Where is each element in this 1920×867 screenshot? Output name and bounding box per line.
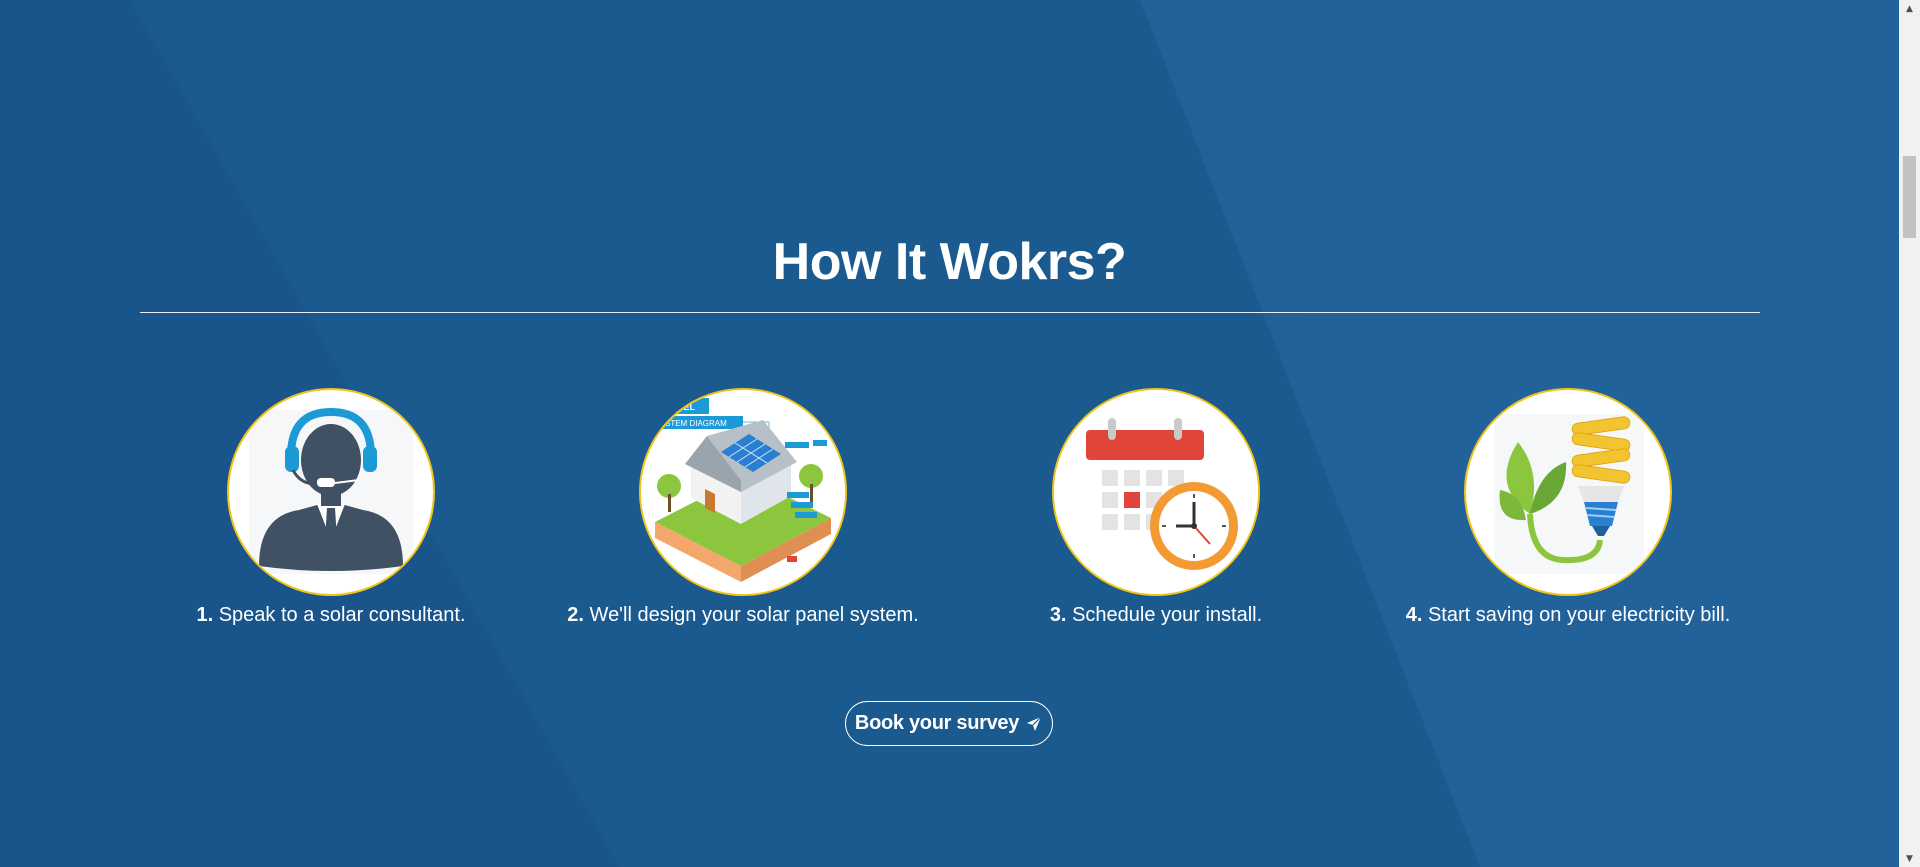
step-4-caption: 4. Start saving on your electricity bill… — [1362, 600, 1774, 630]
eco-bulb-icon — [1494, 414, 1644, 574]
step-2-caption: 2. We'll design your solar panel system. — [537, 600, 949, 630]
step-1-number: 1. — [196, 604, 214, 626]
title-divider — [140, 312, 1760, 313]
book-survey-button[interactable]: Book your survey — [845, 701, 1053, 746]
paper-plane-icon — [1027, 716, 1042, 731]
step-2-number: 2. — [567, 604, 584, 626]
step-1-caption: 1. Speak to a solar consultant. — [125, 600, 537, 630]
step-3-caption: 3. Schedule your install. — [950, 600, 1362, 630]
vertical-scrollbar[interactable]: ▲ ▼ — [1899, 0, 1920, 867]
step-4-number: 4. — [1405, 604, 1423, 626]
step-4: 4. Start saving on your electricity bill… — [1362, 388, 1774, 630]
solar-house-diagram-icon: NEL STEM DIAGRAM — [641, 390, 845, 594]
step-2: NEL STEM DIAGRAM 2. We'll design your so… — [537, 388, 949, 630]
scroll-down-arrow-icon[interactable]: ▼ — [1899, 850, 1920, 867]
step-2-image: NEL STEM DIAGRAM — [639, 388, 847, 596]
scroll-up-arrow-icon[interactable]: ▲ — [1899, 0, 1920, 17]
step-1: 1. Speak to a solar consultant. — [125, 388, 537, 630]
step-2-text: We'll design your solar panel system. — [589, 604, 919, 626]
consultant-headset-icon — [249, 407, 413, 574]
page: How It Wokrs? 1. Speak to a solar consul… — [0, 0, 1899, 867]
book-survey-label: Book your survey — [854, 712, 1020, 734]
step-4-text: Start saving on your electricity bill. — [1427, 604, 1731, 626]
calendar-clock-icon — [1054, 390, 1258, 594]
scrollbar-thumb[interactable] — [1903, 156, 1916, 238]
step-1-text: Speak to a solar consultant. — [218, 604, 466, 626]
step-1-image — [227, 388, 435, 596]
section-title: How It Wokrs? — [772, 233, 1127, 291]
step-4-image — [1464, 388, 1672, 596]
diagram-panel-label: NEL — [677, 402, 696, 412]
step-3-number: 3. — [1049, 604, 1067, 626]
diagram-system-label: STEM DIAGRAM — [665, 419, 727, 428]
step-3-text: Schedule your install. — [1072, 604, 1263, 626]
step-3-image — [1052, 388, 1260, 596]
step-3: 3. Schedule your install. — [950, 388, 1362, 630]
